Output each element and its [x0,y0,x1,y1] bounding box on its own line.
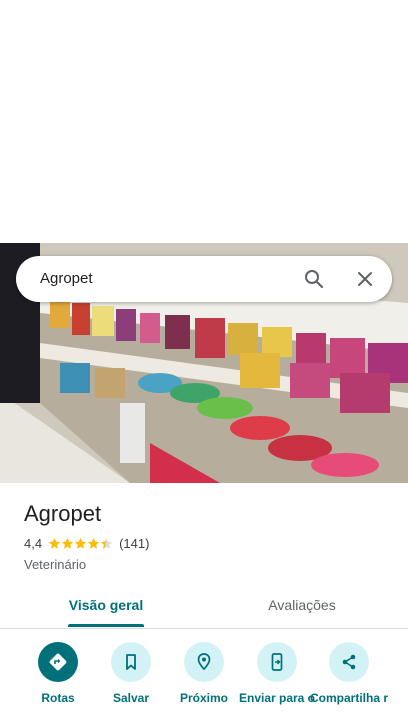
directions-icon[interactable] [38,642,78,682]
rating-row[interactable]: 4,4 (141) [24,536,149,551]
star-icon [61,537,74,549]
map-area[interactable] [0,0,408,243]
send-to-phone-button[interactable]: Enviar para o [237,642,317,704]
search-input[interactable]: Agropet [40,270,93,287]
directions-label: Rotas [41,691,75,705]
rating-value: 4,4 [24,536,43,551]
close-icon[interactable] [353,267,377,291]
share-button[interactable]: Compartilha r [309,642,389,704]
star-icon [48,537,61,549]
star-icon [100,537,113,549]
tab-reviews[interactable]: Avaliações [232,597,372,613]
review-count[interactable]: (141) [119,536,149,551]
tab-overview[interactable]: Visão geral [36,597,176,613]
share-label: Compartilha r [309,691,388,705]
directions-button[interactable]: Rotas [18,642,98,704]
save-button[interactable]: Salvar [91,642,171,704]
place-info: Agropet 4,4 (141) Veterinário [24,500,394,572]
star-rating [48,537,113,550]
place-title: Agropet [24,501,102,526]
send-to-phone-icon[interactable] [257,642,297,682]
send-to-phone-label: Enviar para o [238,691,316,705]
place-category[interactable]: Veterinário [24,557,86,572]
nearby-button[interactable]: Próximo [164,642,244,704]
bookmark-icon[interactable] [111,642,151,682]
tab-indicator [68,624,144,627]
search-bar[interactable]: Agropet [16,256,392,302]
star-icon [87,537,100,549]
search-icon[interactable] [302,267,326,291]
share-icon[interactable] [329,642,369,682]
nearby-label: Próximo [179,691,228,705]
save-label: Salvar [112,691,150,705]
star-icon [74,537,87,549]
place-tabs: Visão geral Avaliações [0,588,408,629]
action-bar: Rotas Salvar Próximo Enviar para o Compa… [0,640,408,726]
nearby-icon[interactable] [184,642,224,682]
